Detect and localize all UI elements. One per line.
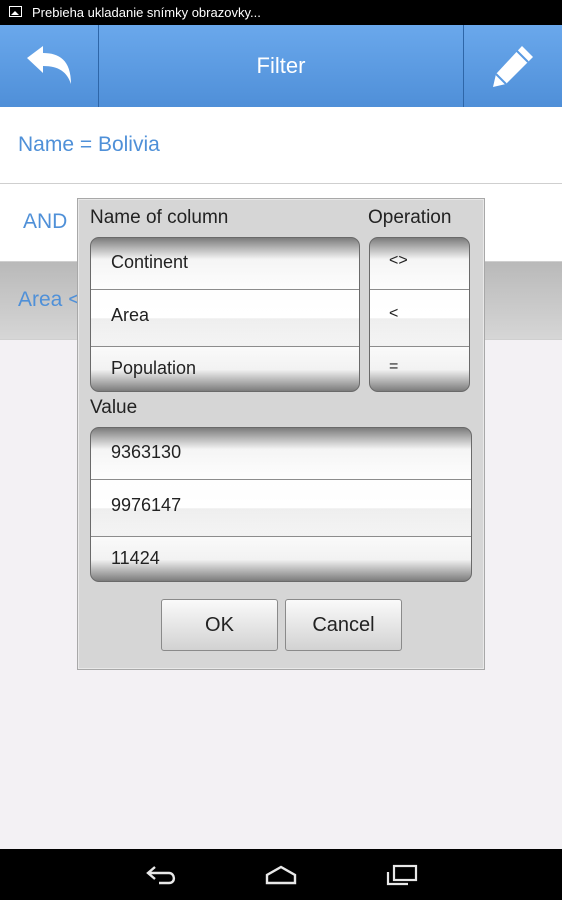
value-option[interactable]: 11424 [91,548,471,569]
condition-text: AND [23,210,68,233]
condition-row[interactable]: Name = Bolivia [0,107,562,184]
navigation-bar [0,849,562,900]
nav-home-icon [265,865,297,885]
column-option-selected[interactable]: Area [91,305,359,326]
value-picker[interactable]: 9363130 9976147 11424 [90,427,472,582]
column-option[interactable]: Continent [91,252,359,273]
edit-button[interactable] [463,25,562,107]
ok-button[interactable]: OK [161,599,278,651]
condition-text: Area < [18,288,81,311]
nav-home-button[interactable] [261,859,301,891]
operation-option[interactable]: <> [370,252,469,270]
operation-label: Operation [368,207,452,228]
operation-option[interactable]: = [370,358,469,376]
nav-back-icon [146,866,176,885]
filter-dialog: Name of column Operation Continent Area … [77,198,485,670]
action-bar: Filter [0,25,562,107]
value-option[interactable]: 9363130 [91,442,471,463]
cancel-button[interactable]: Cancel [285,599,402,651]
column-picker[interactable]: Continent Area Population [90,237,360,392]
nav-recent-apps-icon [386,864,418,886]
column-option[interactable]: Population [91,358,359,379]
status-text: Prebieha ukladanie snímky obrazovky... [32,5,261,20]
value-option-selected[interactable]: 9976147 [91,495,471,516]
back-arrow-icon [27,46,71,84]
condition-text: Name = Bolivia [18,133,160,156]
operation-option-selected[interactable]: < [370,305,469,323]
screenshot-icon [9,6,22,17]
pencil-icon [493,46,533,87]
column-label: Name of column [90,207,229,228]
back-button[interactable] [0,25,99,107]
status-bar: Prebieha ukladanie snímky obrazovky... [0,0,562,25]
page-title: Filter [256,53,306,78]
nav-back-button[interactable] [142,859,182,891]
operation-picker[interactable]: <> < = [369,237,470,392]
value-label: Value [90,397,138,418]
nav-recent-apps-button[interactable] [381,859,421,891]
